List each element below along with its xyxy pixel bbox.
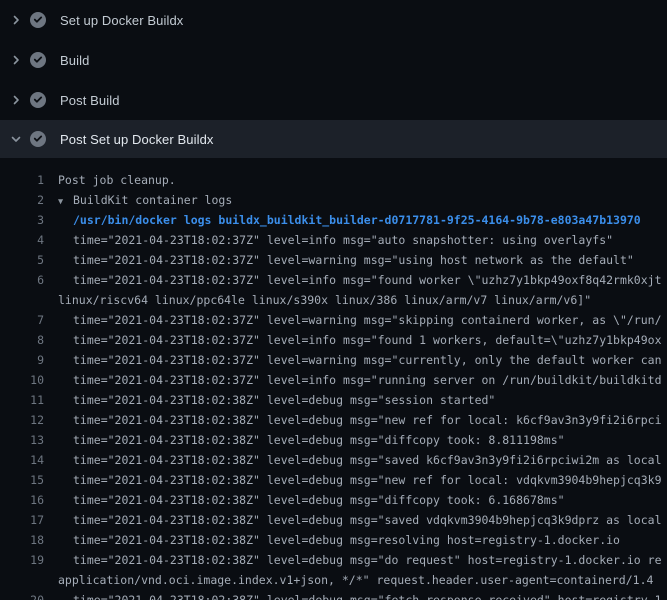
log-line-text: time="2021-04-23T18:02:38Z" level=debug … <box>73 530 620 550</box>
log-line-text: time="2021-04-23T18:02:38Z" level=debug … <box>73 450 662 470</box>
log-line: 9 time="2021-04-23T18:02:37Z" level=warn… <box>0 350 667 370</box>
chevron-right-icon <box>10 94 22 106</box>
log-line-number[interactable]: 16 <box>0 490 44 510</box>
log-line-number[interactable]: 20 <box>0 590 44 600</box>
chevron-right-icon <box>10 54 22 66</box>
log-line-text: /usr/bin/docker logs buildx_buildkit_bui… <box>73 210 641 230</box>
log-line-text: time="2021-04-23T18:02:37Z" level=info m… <box>73 370 662 390</box>
log-line-number[interactable]: 5 <box>0 250 44 270</box>
log-line: 8 time="2021-04-23T18:02:37Z" level=info… <box>0 330 667 350</box>
log-line-text: time="2021-04-23T18:02:37Z" level=warnin… <box>73 310 662 330</box>
log-line: 10 time="2021-04-23T18:02:37Z" level=inf… <box>0 370 667 390</box>
log-line: linux/riscv64 linux/ppc64le linux/s390x … <box>0 290 667 310</box>
chevron-right-icon <box>10 14 22 26</box>
log-line-number[interactable]: 19 <box>0 550 44 570</box>
log-line: 6 time="2021-04-23T18:02:37Z" level=info… <box>0 270 667 290</box>
log-line-number[interactable]: 8 <box>0 330 44 350</box>
log-line: 13 time="2021-04-23T18:02:38Z" level=deb… <box>0 430 667 450</box>
log-line-number[interactable]: 15 <box>0 470 44 490</box>
log-line-text: time="2021-04-23T18:02:37Z" level=info m… <box>73 270 662 290</box>
log-line-number[interactable]: 7 <box>0 310 44 330</box>
log-line-text: time="2021-04-23T18:02:38Z" level=debug … <box>73 550 662 570</box>
log-line-text: time="2021-04-23T18:02:38Z" level=debug … <box>73 470 662 490</box>
log-line-number[interactable] <box>0 570 44 590</box>
check-circle-icon <box>30 131 46 147</box>
log-line-number[interactable]: 18 <box>0 530 44 550</box>
step-title: Build <box>60 53 89 68</box>
log-line: 18 time="2021-04-23T18:02:38Z" level=deb… <box>0 530 667 550</box>
steps-list: Set up Docker Buildx Build Post Build Po… <box>0 0 667 158</box>
log-line-text: ▼BuildKit container logs <box>58 190 232 210</box>
log-line: 14 time="2021-04-23T18:02:38Z" level=deb… <box>0 450 667 470</box>
log-line-text: time="2021-04-23T18:02:38Z" level=debug … <box>73 430 565 450</box>
log-line: 15 time="2021-04-23T18:02:38Z" level=deb… <box>0 470 667 490</box>
log-line-number[interactable]: 13 <box>0 430 44 450</box>
log-line-number[interactable]: 4 <box>0 230 44 250</box>
log-line-number[interactable]: 17 <box>0 510 44 530</box>
step-title: Post Set up Docker Buildx <box>60 132 214 147</box>
step-header-build[interactable]: Build <box>0 40 667 80</box>
log-line-number[interactable]: 2 <box>0 190 44 210</box>
log-line-number[interactable]: 6 <box>0 270 44 290</box>
log-line-number[interactable]: 1 <box>0 170 44 190</box>
log-line: application/vnd.oci.image.index.v1+json,… <box>0 570 667 590</box>
log-line-number[interactable]: 11 <box>0 390 44 410</box>
group-collapse-marker[interactable]: ▼ <box>58 192 73 212</box>
log-line-text: time="2021-04-23T18:02:37Z" level=warnin… <box>73 350 662 370</box>
log-line-number[interactable]: 3 <box>0 210 44 230</box>
log-line-number[interactable]: 12 <box>0 410 44 430</box>
chevron-down-icon <box>10 133 22 145</box>
log-line: 4 time="2021-04-23T18:02:37Z" level=info… <box>0 230 667 250</box>
step-header-post-set-up-docker-buildx[interactable]: Post Set up Docker Buildx <box>0 120 667 158</box>
log-viewer: 1 Post job cleanup. 2 ▼BuildKit containe… <box>0 158 667 600</box>
log-line-text: time="2021-04-23T18:02:37Z" level=info m… <box>73 230 613 250</box>
log-line: 1 Post job cleanup. <box>0 170 667 190</box>
log-line: 3 /usr/bin/docker logs buildx_buildkit_b… <box>0 210 667 230</box>
log-line: 12 time="2021-04-23T18:02:38Z" level=deb… <box>0 410 667 430</box>
log-line-number[interactable]: 9 <box>0 350 44 370</box>
step-title: Set up Docker Buildx <box>60 13 183 28</box>
step-header-set-up-docker-buildx[interactable]: Set up Docker Buildx <box>0 0 667 40</box>
log-line: 17 time="2021-04-23T18:02:38Z" level=deb… <box>0 510 667 530</box>
log-line-text: linux/riscv64 linux/ppc64le linux/s390x … <box>58 290 591 310</box>
log-line: 16 time="2021-04-23T18:02:38Z" level=deb… <box>0 490 667 510</box>
log-line: 20 time="2021-04-23T18:02:38Z" level=deb… <box>0 590 667 600</box>
check-circle-icon <box>30 52 46 68</box>
log-line-text: time="2021-04-23T18:02:38Z" level=debug … <box>73 590 662 600</box>
log-line-text: time="2021-04-23T18:02:37Z" level=info m… <box>73 330 662 350</box>
step-title: Post Build <box>60 93 120 108</box>
log-line: 7 time="2021-04-23T18:02:37Z" level=warn… <box>0 310 667 330</box>
log-line-text: time="2021-04-23T18:02:38Z" level=debug … <box>73 510 662 530</box>
log-line: 5 time="2021-04-23T18:02:37Z" level=warn… <box>0 250 667 270</box>
log-line-number[interactable]: 14 <box>0 450 44 470</box>
check-circle-icon <box>30 12 46 28</box>
step-header-post-build[interactable]: Post Build <box>0 80 667 120</box>
log-line-text: application/vnd.oci.image.index.v1+json,… <box>58 570 653 590</box>
log-line: 2 ▼BuildKit container logs <box>0 190 667 210</box>
log-line-text: Post job cleanup. <box>58 170 176 190</box>
log-line-number[interactable] <box>0 290 44 310</box>
log-line: 11 time="2021-04-23T18:02:38Z" level=deb… <box>0 390 667 410</box>
check-circle-icon <box>30 92 46 108</box>
log-line-number[interactable]: 10 <box>0 370 44 390</box>
log-line: 19 time="2021-04-23T18:02:38Z" level=deb… <box>0 550 667 570</box>
log-line-text: time="2021-04-23T18:02:37Z" level=warnin… <box>73 250 634 270</box>
log-line-text: time="2021-04-23T18:02:38Z" level=debug … <box>73 390 495 410</box>
log-line-text: time="2021-04-23T18:02:38Z" level=debug … <box>73 410 662 430</box>
log-line-text: time="2021-04-23T18:02:38Z" level=debug … <box>73 490 565 510</box>
